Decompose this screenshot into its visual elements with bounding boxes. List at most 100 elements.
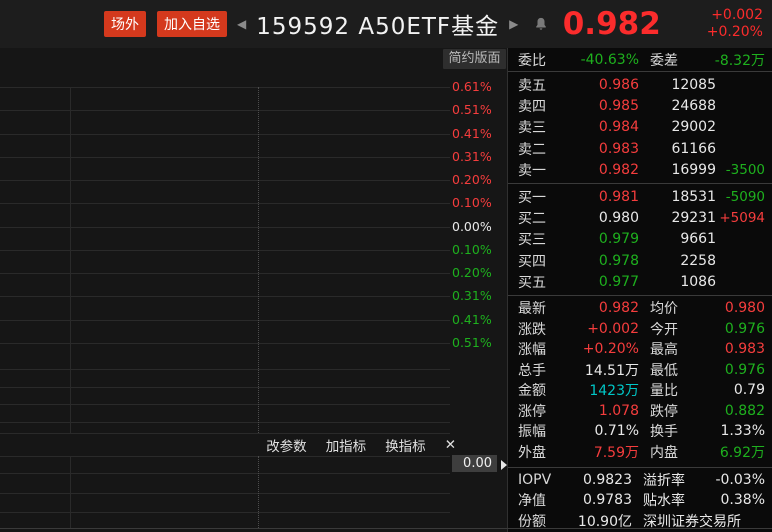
gridline <box>0 343 450 344</box>
order-level-row[interactable]: 买一0.98118531-5090 <box>508 186 772 207</box>
level-label: 买三 <box>518 229 560 249</box>
stat-row: 涨幅+0.20%最高0.983 <box>508 339 772 360</box>
stat-value: 0.976 <box>706 321 765 337</box>
level-price: 0.982 <box>560 162 639 178</box>
stat-label: 溢折率 <box>643 470 685 490</box>
gridline <box>0 473 450 474</box>
order-level-row[interactable]: 买二0.98029231+5094 <box>508 207 772 228</box>
stat-label: 净值 <box>518 490 560 510</box>
fund-info-section: IOPV0.9823溢折率-0.03%净值0.9783贴水率0.38%份额10.… <box>508 470 772 531</box>
stat-value: +0.002 <box>560 321 639 337</box>
stat-row: IOPV0.9823溢折率-0.03% <box>508 470 772 490</box>
simple-layout-button[interactable]: 简约版面 <box>443 49 506 69</box>
level-change: +5094 <box>716 210 765 226</box>
next-stock-arrow-icon[interactable]: ▶ <box>509 17 518 31</box>
gridline <box>0 404 450 405</box>
level-volume: 61166 <box>639 141 716 157</box>
divider <box>508 183 772 184</box>
order-level-row[interactable]: 卖三0.98429002 <box>508 117 772 138</box>
axis-label: 0.41% <box>452 313 506 327</box>
stat-label: IOPV <box>518 472 560 488</box>
weicha-value: -8.32万 <box>692 50 765 70</box>
axis-label: 0.41% <box>452 127 506 141</box>
stat-value: 0.976 <box>706 362 765 378</box>
level-label: 买一 <box>518 187 560 207</box>
stat-label: 均价 <box>650 298 706 318</box>
stat-value: 1423万 <box>560 380 639 400</box>
level-price: 0.986 <box>560 77 639 93</box>
intraday-chart[interactable]: 0.61%0.51%0.41%0.31%0.20%0.10%0.00%0.10%… <box>0 48 507 532</box>
stat-value: -0.03% <box>685 472 765 488</box>
axis-label: 0.20% <box>452 173 506 187</box>
stat-label: 涨幅 <box>518 339 560 359</box>
stat-value: 0.882 <box>706 403 765 419</box>
order-level-row[interactable]: 卖一0.98216999-3500 <box>508 160 772 181</box>
stat-label: 涨停 <box>518 401 560 421</box>
quote-panel: 委比 -40.63% 委差 -8.32万 卖五0.98612085卖四0.985… <box>507 48 772 532</box>
gridline <box>70 456 71 528</box>
level-label: 卖五 <box>518 75 560 95</box>
gridline <box>0 433 450 434</box>
level-label: 卖四 <box>518 96 560 116</box>
level-price: 0.984 <box>560 119 639 135</box>
order-level-row[interactable]: 卖四0.98524688 <box>508 95 772 116</box>
title-bar: 场外 加入自选 ◀ 159592 A50ETF基金 ▶ 0.982 +0.002… <box>0 0 772 48</box>
bid-levels: 买一0.98118531-5090买二0.98029231+5094买三0.97… <box>508 186 772 293</box>
stat-value: 0.38% <box>685 492 765 508</box>
level-change: -5090 <box>716 189 765 205</box>
stat-label: 金额 <box>518 380 560 400</box>
stat-value: 14.51万 <box>560 360 639 380</box>
order-level-row[interactable]: 卖二0.98361166 <box>508 138 772 159</box>
axis-label: 0.10% <box>452 243 506 257</box>
stat-row: 振幅0.71%换手1.33% <box>508 421 772 442</box>
gridline <box>0 87 450 88</box>
toolbar-item-2[interactable]: 换指标 <box>385 435 426 455</box>
otc-button[interactable]: 场外 <box>104 11 146 37</box>
indicator-toolbar: 改参数加指标换指标 ✕ <box>0 436 456 454</box>
weibi-row: 委比 -40.63% 委差 -8.32万 <box>508 50 772 69</box>
order-level-row[interactable]: 买三0.9799661 <box>508 229 772 250</box>
stat-value: 0.983 <box>706 341 765 357</box>
gridline <box>0 422 450 423</box>
stat-value: 1.078 <box>560 403 639 419</box>
order-level-row[interactable]: 买五0.9771086 <box>508 272 772 293</box>
gridline <box>258 87 259 433</box>
level-volume: 29231 <box>639 210 716 226</box>
axis-label: 0.51% <box>452 103 506 117</box>
axis-label: 0.31% <box>452 289 506 303</box>
stat-label: 最高 <box>650 339 706 359</box>
close-indicator-icon[interactable]: ✕ <box>445 437 456 453</box>
level-price: 0.983 <box>560 141 639 157</box>
level-volume: 29002 <box>639 119 716 135</box>
level-price: 0.978 <box>560 253 639 269</box>
bottom-border <box>0 528 772 529</box>
price-change-pct: +0.20% <box>707 24 763 41</box>
gridline <box>0 203 450 204</box>
level-label: 卖二 <box>518 139 560 159</box>
stat-label: 今开 <box>650 319 706 339</box>
gridline <box>0 273 450 274</box>
stat-value: 0.982 <box>560 300 639 316</box>
stat-value: 7.59万 <box>560 442 639 462</box>
alert-bell-icon[interactable] <box>534 17 548 31</box>
prev-stock-arrow-icon[interactable]: ◀ <box>237 17 246 31</box>
stats-section: 最新0.982均价0.980涨跌+0.002今开0.976涨幅+0.20%最高0… <box>508 298 772 462</box>
gridline <box>258 456 259 528</box>
stat-row: 金额1423万量比0.79 <box>508 380 772 401</box>
toolbar-item-1[interactable]: 加指标 <box>326 435 367 455</box>
order-level-row[interactable]: 卖五0.98612085 <box>508 74 772 95</box>
gridline <box>0 157 450 158</box>
gridline <box>0 512 450 513</box>
toolbar-item-0[interactable]: 改参数 <box>266 435 307 455</box>
level-label: 买二 <box>518 208 560 228</box>
order-level-row[interactable]: 买四0.9782258 <box>508 250 772 271</box>
indicator-value: 0.00 <box>452 455 497 472</box>
stat-label: 换手 <box>650 421 706 441</box>
level-volume: 2258 <box>639 253 716 269</box>
stat-label: 贴水率 <box>643 490 685 510</box>
stat-row: 最新0.982均价0.980 <box>508 298 772 319</box>
axis-label: 0.20% <box>452 266 506 280</box>
gridline <box>0 320 450 321</box>
add-watchlist-button[interactable]: 加入自选 <box>157 11 227 37</box>
gridline <box>0 110 450 111</box>
